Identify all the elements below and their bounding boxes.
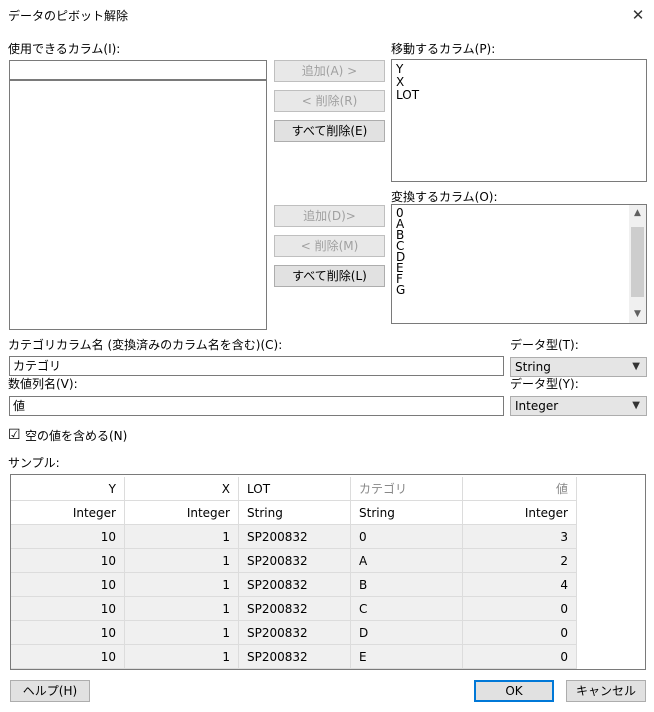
- column-header-y[interactable]: Y: [11, 477, 125, 501]
- category-type-select[interactable]: String ▼: [510, 357, 647, 377]
- table-row[interactable]: 10 1 SP200832 E 0: [11, 645, 577, 669]
- list-item[interactable]: 0: [392, 207, 646, 219]
- list-item[interactable]: Y: [392, 63, 646, 76]
- table-cell: B: [351, 573, 463, 597]
- category-name-input[interactable]: カテゴリ: [9, 356, 504, 376]
- available-columns-search-input[interactable]: [9, 60, 267, 80]
- column-header-value[interactable]: 値: [463, 477, 577, 501]
- scrollbar[interactable]: ▲ ▼: [629, 205, 646, 323]
- table-header-row: Y X LOT カテゴリ 値: [11, 477, 577, 501]
- chevron-down-icon: ▼: [632, 361, 640, 372]
- table-cell: Integer: [125, 501, 239, 525]
- table-cell: 1: [125, 597, 239, 621]
- table-cell: A: [351, 549, 463, 573]
- column-header-x[interactable]: X: [125, 477, 239, 501]
- chevron-down-icon: ▼: [632, 400, 640, 411]
- add-transform-button[interactable]: 追加(D)>: [274, 205, 385, 227]
- cancel-button[interactable]: キャンセル: [566, 680, 646, 702]
- list-item[interactable]: A: [392, 218, 646, 230]
- window-title: データのピボット解除: [8, 9, 129, 23]
- list-item[interactable]: LOT: [392, 89, 646, 102]
- table-cell: 0: [351, 525, 463, 549]
- value-type-label: データ型(Y):: [510, 377, 579, 391]
- list-item[interactable]: F: [392, 273, 646, 285]
- scrollbar-thumb[interactable]: [631, 227, 644, 297]
- include-empty-checkbox[interactable]: ☑: [8, 428, 21, 442]
- table-cell: E: [351, 645, 463, 669]
- available-columns-label: 使用できるカラム(I):: [8, 42, 121, 56]
- table-cell: SP200832: [239, 597, 351, 621]
- table-row[interactable]: 10 1 SP200832 B 4: [11, 573, 577, 597]
- table-cell: 2: [463, 549, 577, 573]
- table-cell: 10: [11, 573, 125, 597]
- table-cell: 1: [125, 549, 239, 573]
- table-cell: 10: [11, 597, 125, 621]
- list-item[interactable]: X: [392, 76, 646, 89]
- table-type-row: Integer Integer String String Integer: [11, 501, 577, 525]
- table-row[interactable]: 10 1 SP200832 A 2: [11, 549, 577, 573]
- table-cell: 1: [125, 573, 239, 597]
- help-button[interactable]: ヘルプ(H): [10, 680, 90, 702]
- remove-all-moved-button[interactable]: すべて削除(E): [274, 120, 385, 142]
- table-cell: C: [351, 597, 463, 621]
- transform-columns-list[interactable]: 0 A B C D E F G ▲ ▼: [391, 204, 647, 324]
- scroll-down-icon[interactable]: ▼: [629, 306, 646, 323]
- list-item[interactable]: B: [392, 229, 646, 241]
- sample-table[interactable]: Y X LOT カテゴリ 値 Integer Integer String St…: [10, 474, 646, 670]
- table-cell: D: [351, 621, 463, 645]
- available-columns-list[interactable]: [9, 80, 267, 330]
- table-row[interactable]: 10 1 SP200832 0 3: [11, 525, 577, 549]
- table-cell: 4: [463, 573, 577, 597]
- value-type-select[interactable]: Integer ▼: [510, 396, 647, 416]
- include-empty-label[interactable]: 空の値を含める(N): [25, 429, 127, 443]
- category-type-label: データ型(T):: [510, 338, 579, 352]
- table-cell: 10: [11, 645, 125, 669]
- sample-label: サンプル:: [8, 456, 60, 470]
- remove-transform-button[interactable]: < 削除(M): [274, 235, 385, 257]
- table-cell: SP200832: [239, 573, 351, 597]
- close-icon[interactable]: ✕: [628, 5, 648, 25]
- list-item[interactable]: C: [392, 240, 646, 252]
- remove-moved-button[interactable]: < 削除(R): [274, 90, 385, 112]
- value-name-input[interactable]: 値: [9, 396, 504, 416]
- table-cell: 10: [11, 621, 125, 645]
- table-cell: 0: [463, 621, 577, 645]
- list-item[interactable]: E: [392, 262, 646, 274]
- table-cell: SP200832: [239, 621, 351, 645]
- table-cell: SP200832: [239, 525, 351, 549]
- table-cell: 1: [125, 645, 239, 669]
- table-cell: 10: [11, 525, 125, 549]
- table-cell: 0: [463, 597, 577, 621]
- table-cell: 1: [125, 621, 239, 645]
- table-row[interactable]: 10 1 SP200832 D 0: [11, 621, 577, 645]
- table-cell: 3: [463, 525, 577, 549]
- column-header-category[interactable]: カテゴリ: [351, 477, 463, 501]
- table-cell: SP200832: [239, 549, 351, 573]
- value-name-label: 数値列名(V):: [8, 377, 78, 391]
- table-cell: SP200832: [239, 645, 351, 669]
- table-cell: Integer: [463, 501, 577, 525]
- ok-button[interactable]: OK: [474, 680, 554, 702]
- transform-columns-label: 変換するカラム(O):: [391, 190, 498, 204]
- table-cell: 0: [463, 645, 577, 669]
- add-moved-button[interactable]: 追加(A) >: [274, 60, 385, 82]
- scroll-up-icon[interactable]: ▲: [629, 205, 646, 222]
- moved-columns-label: 移動するカラム(P):: [391, 42, 496, 56]
- table-cell: String: [239, 501, 351, 525]
- value-type-value: Integer: [515, 399, 559, 413]
- list-item[interactable]: D: [392, 251, 646, 263]
- category-name-label: カテゴリカラム名 (変換済みのカラム名を含む)(C):: [8, 338, 283, 352]
- moved-columns-list[interactable]: Y X LOT: [391, 59, 647, 182]
- table-cell: String: [351, 501, 463, 525]
- category-type-value: String: [515, 360, 551, 374]
- list-item[interactable]: G: [392, 284, 646, 296]
- table-cell: 1: [125, 525, 239, 549]
- table-row[interactable]: 10 1 SP200832 C 0: [11, 597, 577, 621]
- table-cell: 10: [11, 549, 125, 573]
- column-header-lot[interactable]: LOT: [239, 477, 351, 501]
- remove-all-transform-button[interactable]: すべて削除(L): [274, 265, 385, 287]
- table-cell: Integer: [11, 501, 125, 525]
